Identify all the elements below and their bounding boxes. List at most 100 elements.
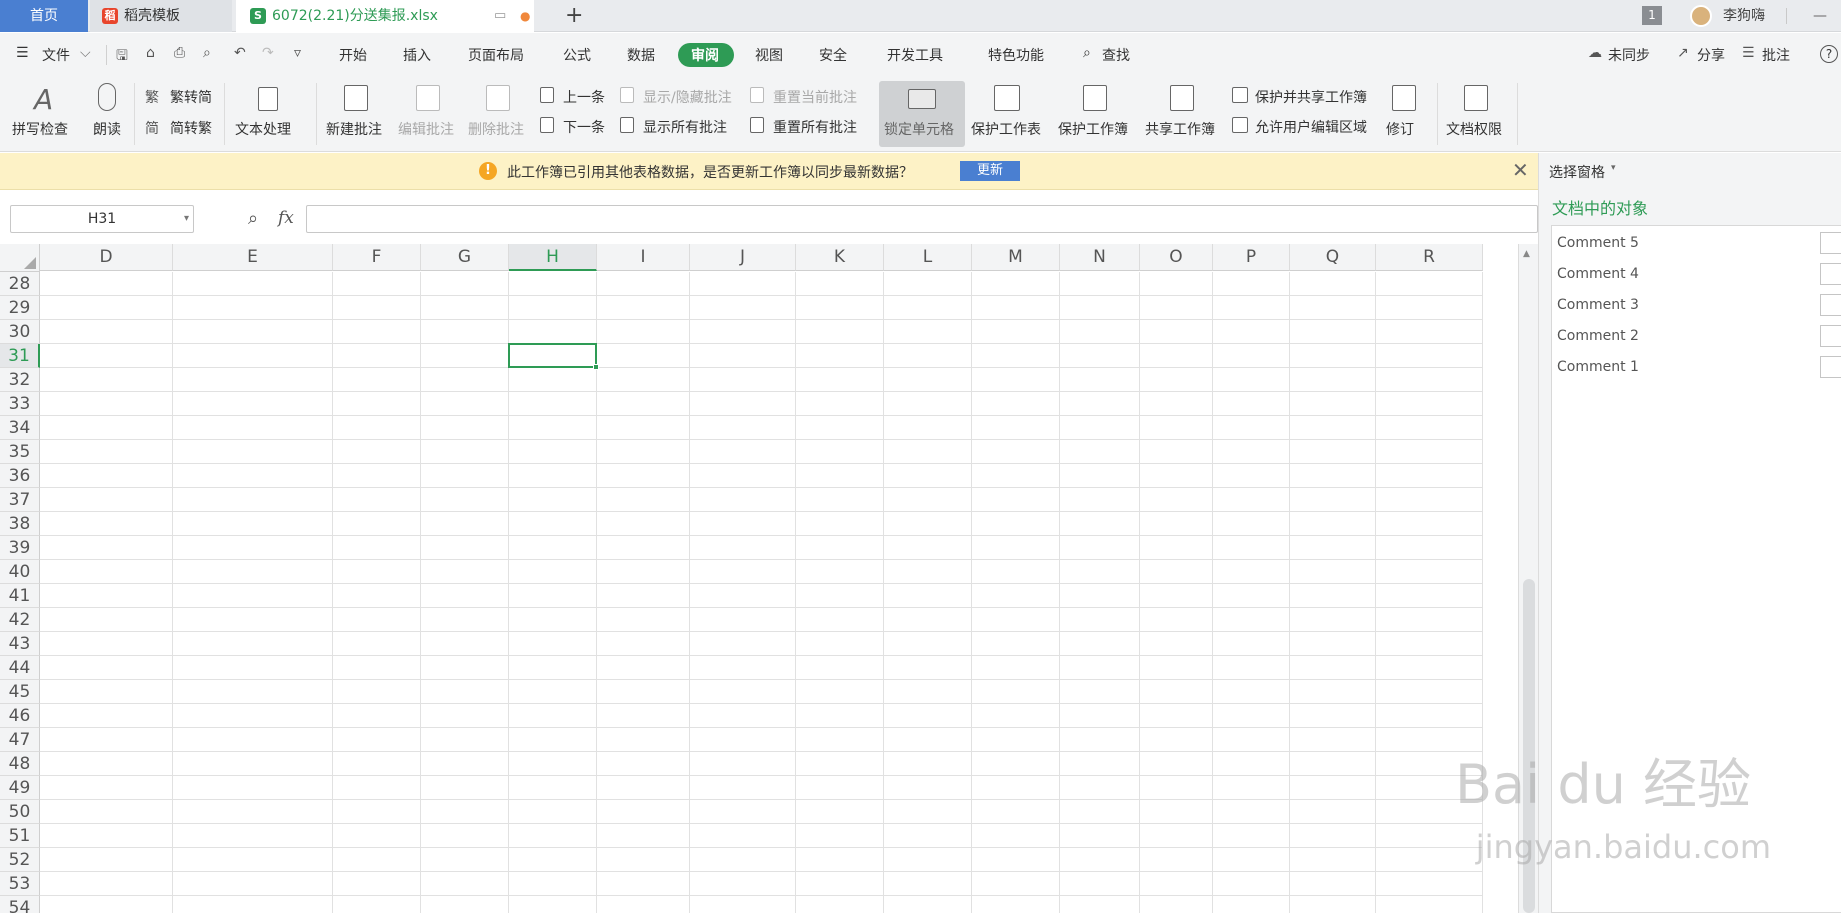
show-hide-comment-button[interactable]: 显示/隐藏批注: [643, 87, 732, 107]
share-book-button[interactable]: 共享工作簿: [1145, 119, 1215, 139]
comment-button[interactable]: 批注: [1762, 45, 1790, 65]
monitor-icon[interactable]: ▭: [494, 0, 506, 32]
row-header-49[interactable]: 49: [0, 776, 40, 800]
close-icon[interactable]: ✕: [1512, 158, 1529, 182]
fx-icon[interactable]: fx: [278, 208, 294, 228]
column-header-h[interactable]: H: [509, 244, 597, 271]
print-icon[interactable]: ⎙: [174, 45, 185, 61]
menu-insert[interactable]: 插入: [403, 45, 431, 65]
row-header-41[interactable]: 41: [0, 584, 40, 608]
visibility-checkbox[interactable]: [1820, 263, 1841, 285]
user-name[interactable]: 李狗嗨: [1723, 0, 1765, 32]
protect-sheet-button[interactable]: 保护工作表: [971, 119, 1041, 139]
row-header-42[interactable]: 42: [0, 608, 40, 632]
menu-developer[interactable]: 开发工具: [887, 45, 943, 65]
menu-start[interactable]: 开始: [339, 45, 367, 65]
active-cell[interactable]: [508, 343, 599, 370]
visibility-checkbox[interactable]: [1820, 356, 1841, 378]
column-header-o[interactable]: O: [1140, 244, 1213, 271]
format-painter-icon[interactable]: ⌂: [146, 45, 155, 61]
scroll-up-icon[interactable]: ▲: [1523, 249, 1530, 259]
file-menu[interactable]: 文件: [42, 45, 70, 65]
column-header-e[interactable]: E: [173, 244, 333, 271]
column-header-i[interactable]: I: [597, 244, 690, 271]
doc-rights-button[interactable]: 文档权限: [1446, 119, 1502, 139]
new-tab-button[interactable]: +: [565, 0, 583, 32]
pane-title-dropdown-icon[interactable]: ▾: [1611, 163, 1616, 173]
visibility-checkbox[interactable]: [1820, 294, 1841, 316]
column-header-j[interactable]: J: [690, 244, 796, 271]
column-header-p[interactable]: P: [1213, 244, 1290, 271]
help-icon[interactable]: ?: [1820, 45, 1838, 63]
row-header-51[interactable]: 51: [0, 824, 40, 848]
column-header-r[interactable]: R: [1376, 244, 1483, 271]
row-header-52[interactable]: 52: [0, 848, 40, 872]
chevron-down-icon[interactable]: ⌵: [80, 45, 91, 61]
menu-view[interactable]: 视图: [755, 45, 783, 65]
prev-comment-button[interactable]: 上一条: [563, 87, 605, 107]
row-header-39[interactable]: 39: [0, 536, 40, 560]
more-icon[interactable]: ▿: [294, 45, 301, 61]
row-header-28[interactable]: 28: [0, 272, 40, 296]
row-header-46[interactable]: 46: [0, 704, 40, 728]
menu-page-layout[interactable]: 页面布局: [468, 45, 524, 65]
row-header-53[interactable]: 53: [0, 872, 40, 896]
minimize-icon[interactable]: —: [1813, 0, 1827, 32]
print-preview-icon[interactable]: ⌕: [203, 45, 211, 61]
share-button[interactable]: 分享: [1697, 45, 1725, 65]
list-item[interactable]: Comment 1: [1557, 359, 1639, 375]
new-comment-button[interactable]: 新建批注: [326, 119, 382, 139]
row-header-30[interactable]: 30: [0, 320, 40, 344]
simp-to-trad-button[interactable]: 简转繁: [170, 118, 212, 138]
column-header-m[interactable]: M: [972, 244, 1060, 271]
row-header-33[interactable]: 33: [0, 392, 40, 416]
search-button[interactable]: 查找: [1102, 45, 1130, 65]
tab-file[interactable]: S 6072(2.21)分送集报.xlsx ▭ ●: [236, 0, 534, 32]
search-icon[interactable]: ⌕: [1083, 45, 1091, 61]
row-header-36[interactable]: 36: [0, 464, 40, 488]
row-header-43[interactable]: 43: [0, 632, 40, 656]
trad-to-simp-button[interactable]: 繁转简: [170, 87, 212, 107]
show-all-comments-button[interactable]: 显示所有批注: [643, 117, 727, 137]
row-header-40[interactable]: 40: [0, 560, 40, 584]
undo-icon[interactable]: ↶: [234, 45, 246, 61]
column-header-n[interactable]: N: [1060, 244, 1140, 271]
row-header-29[interactable]: 29: [0, 296, 40, 320]
column-header-d[interactable]: D: [40, 244, 173, 271]
visibility-checkbox[interactable]: [1820, 232, 1841, 254]
reset-all-comments-button[interactable]: 重置所有批注: [773, 117, 857, 137]
delete-comment-button[interactable]: 删除批注: [468, 119, 524, 139]
menu-data[interactable]: 数据: [627, 45, 655, 65]
name-box-dropdown-icon[interactable]: ▾: [184, 206, 189, 232]
lock-cell-button[interactable]: 锁定单元格: [884, 119, 954, 139]
tab-home[interactable]: 首页: [0, 0, 88, 32]
revise-button[interactable]: 修订: [1386, 119, 1414, 139]
column-header-f[interactable]: F: [333, 244, 421, 271]
menu-formula[interactable]: 公式: [563, 45, 591, 65]
row-header-48[interactable]: 48: [0, 752, 40, 776]
save-icon[interactable]: 🖫: [116, 45, 128, 69]
allow-edit-range-button[interactable]: 允许用户编辑区域: [1255, 117, 1367, 137]
column-header-q[interactable]: Q: [1290, 244, 1376, 271]
row-header-32[interactable]: 32: [0, 368, 40, 392]
protect-and-share-button[interactable]: 保护并共享工作簿: [1255, 87, 1367, 107]
column-header-g[interactable]: G: [421, 244, 509, 271]
update-button[interactable]: 更新: [960, 161, 1020, 181]
row-header-45[interactable]: 45: [0, 680, 40, 704]
column-header-l[interactable]: L: [884, 244, 972, 271]
row-header-31[interactable]: 31: [0, 344, 40, 368]
formula-input[interactable]: [306, 205, 1538, 233]
list-item[interactable]: Comment 2: [1557, 328, 1639, 344]
row-header-54[interactable]: 54: [0, 896, 40, 913]
edit-comment-button[interactable]: 编辑批注: [398, 119, 454, 139]
name-box[interactable]: H31 ▾: [10, 205, 194, 233]
window-count-badge[interactable]: 1: [1642, 6, 1662, 25]
row-header-38[interactable]: 38: [0, 512, 40, 536]
list-item[interactable]: Comment 4: [1557, 266, 1639, 282]
menu-features[interactable]: 特色功能: [988, 45, 1044, 65]
zoom-search-icon[interactable]: ⌕: [248, 208, 258, 229]
select-all-corner[interactable]: [0, 244, 40, 272]
row-header-47[interactable]: 47: [0, 728, 40, 752]
menu-security[interactable]: 安全: [819, 45, 847, 65]
redo-icon[interactable]: ↷: [262, 45, 274, 61]
